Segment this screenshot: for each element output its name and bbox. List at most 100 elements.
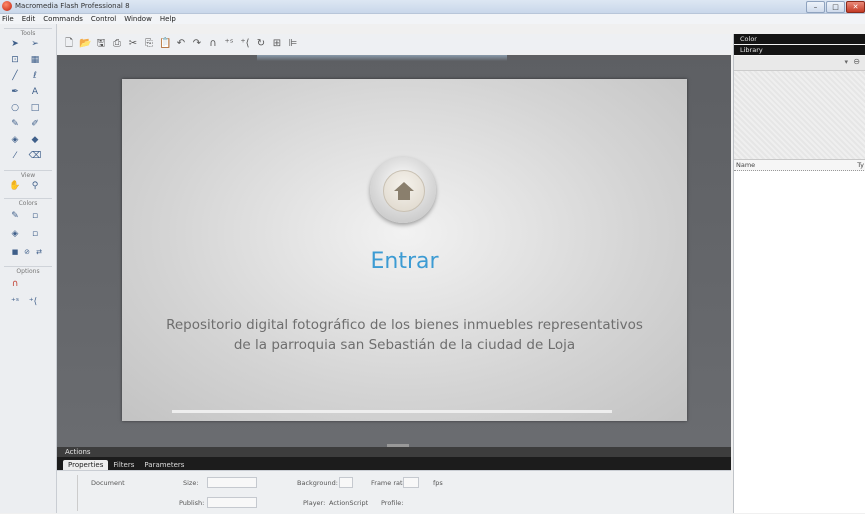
straighten-icon[interactable]: ⁺⟨ — [239, 38, 251, 50]
hand-tool-icon[interactable]: ✋ — [8, 180, 22, 192]
properties-tabs: Properties Filters Parameters — [57, 457, 731, 470]
actionscript-label: ActionScript — [329, 499, 369, 507]
description-line-2: de la parroquia san Sebastián de la ciud… — [233, 337, 576, 353]
tab-filters[interactable]: Filters — [108, 460, 139, 470]
stage-bottom-line — [172, 410, 612, 413]
selection-tool-icon[interactable]: ➤ — [8, 38, 22, 50]
pen-tool-icon[interactable]: ✒ — [8, 86, 22, 98]
background-label: Background: — [297, 479, 338, 487]
align-icon[interactable]: ⊫ — [287, 38, 299, 50]
smooth-icon[interactable]: ⁺ˢ — [223, 38, 235, 50]
tab-parameters[interactable]: Parameters — [139, 460, 189, 470]
eyedropper-icon[interactable]: ⁄ — [8, 150, 22, 162]
text-tool-icon[interactable]: A — [28, 86, 42, 98]
paint-bucket-icon[interactable]: ◆ — [28, 134, 42, 146]
menu-control[interactable]: Control — [91, 14, 116, 24]
print-icon[interactable]: ⎙ — [111, 38, 123, 50]
menu-window[interactable]: Window — [124, 14, 152, 24]
subselection-tool-icon[interactable]: ➢ — [28, 38, 42, 50]
maximize-button[interactable]: □ — [826, 1, 845, 13]
library-toolbar: ▾ ⊖ — [734, 56, 865, 71]
actions-panel-header[interactable]: Actions — [57, 447, 731, 457]
work-area: Entrar Repositorio digital fotográfico d… — [57, 55, 731, 447]
free-transform-icon[interactable]: ⊡ — [8, 54, 22, 66]
fill-color-icon[interactable]: ◈ — [8, 228, 22, 240]
player-label: Player: — [303, 499, 326, 507]
stroke-color-swatch[interactable]: ▫ — [28, 210, 42, 222]
snap-magnet-icon[interactable]: ∩ — [8, 278, 22, 290]
tools-title: Tools — [4, 28, 52, 37]
library-panel-header[interactable]: Library — [734, 45, 865, 55]
library-type-header[interactable]: Ty — [857, 160, 864, 170]
snap-icon[interactable]: ∩ — [207, 38, 219, 50]
library-preview — [734, 71, 865, 160]
menu-help[interactable]: Help — [160, 14, 176, 24]
scale-icon[interactable]: ⊞ — [271, 38, 283, 50]
close-button[interactable]: ✕ — [846, 1, 865, 13]
zoom-tool-icon[interactable]: ⚲ — [28, 180, 42, 192]
oval-tool-icon[interactable]: ○ — [8, 102, 22, 114]
library-list[interactable] — [734, 171, 865, 513]
background-color-swatch[interactable] — [339, 477, 353, 488]
rectangle-tool-icon[interactable]: □ — [28, 102, 42, 114]
swap-colors-icon[interactable]: ⇄ — [32, 246, 46, 258]
pencil-tool-icon[interactable]: ✎ — [8, 118, 22, 130]
rotate-icon[interactable]: ↻ — [255, 38, 267, 50]
publish-settings-button[interactable] — [207, 497, 257, 508]
save-icon[interactable]: 🖫 — [95, 38, 107, 50]
copy-icon[interactable]: ⎘ — [143, 38, 155, 50]
actions-title: Actions — [65, 448, 91, 456]
menu-file[interactable]: File — [2, 14, 14, 24]
home-button[interactable] — [370, 157, 436, 223]
open-folder-icon[interactable]: 📂 — [79, 38, 91, 50]
library-panel-title: Library — [740, 46, 763, 54]
color-panel-header[interactable]: Color — [734, 34, 865, 44]
options-label: Options — [4, 266, 52, 275]
cut-icon[interactable]: ✂ — [127, 38, 139, 50]
eraser-icon[interactable]: ⌫ — [28, 150, 42, 162]
menu-bar: File Edit Commands Control Window Help — [0, 14, 865, 24]
description-line-1: Repositorio digital fotográfico de los b… — [166, 317, 643, 333]
frame-rate-input[interactable] — [403, 477, 419, 488]
stage-description: Repositorio digital fotográfico de los b… — [122, 315, 687, 355]
library-column-header: Name Ty — [734, 160, 865, 171]
pin-icon[interactable]: ⊖ — [853, 57, 860, 66]
main-toolbar: 🗋 📂 🖫 ⎙ ✂ ⎘ 📋 ↶ ↷ ∩ ⁺ˢ ⁺⟨ ↻ ⊞ ⊫ — [57, 34, 731, 54]
new-file-icon[interactable]: 🗋 — [63, 38, 75, 50]
fill-transform-icon[interactable]: ▦ — [28, 54, 42, 66]
properties-panel: Document Size: Background: Frame rate: f… — [57, 470, 731, 514]
paste-icon[interactable]: 📋 — [159, 38, 171, 50]
line-tool-icon[interactable]: ╱ — [8, 70, 22, 82]
size-button[interactable] — [207, 477, 257, 488]
brush-tool-icon[interactable]: ✐ — [28, 118, 42, 130]
color-panel-title: Color — [740, 35, 757, 43]
straighten-icon[interactable]: ⁺⟨ — [26, 296, 40, 308]
menu-commands[interactable]: Commands — [43, 14, 83, 24]
smooth-icon[interactable]: ⁺ˢ — [8, 296, 22, 308]
flash-app-icon — [2, 1, 12, 11]
home-button-inner — [383, 170, 425, 212]
window-controls: – □ ✕ — [806, 1, 865, 13]
menu-edit[interactable]: Edit — [22, 14, 36, 24]
work-area-glow — [257, 55, 507, 61]
publish-label: Publish: — [179, 499, 205, 507]
redo-icon[interactable]: ↷ — [191, 38, 203, 50]
ink-bottle-icon[interactable]: ◈ — [8, 134, 22, 146]
title-bar: Macromedia Flash Professional 8 – □ ✕ — [0, 0, 865, 14]
fill-color-swatch[interactable]: ▫ — [28, 228, 42, 240]
document-thumbnail — [63, 475, 78, 511]
undo-icon[interactable]: ↶ — [175, 38, 187, 50]
library-name-header[interactable]: Name — [736, 160, 755, 170]
document-label: Document — [91, 479, 125, 487]
tab-properties[interactable]: Properties — [63, 460, 109, 470]
library-menu-icon[interactable]: ▾ — [844, 58, 848, 66]
tools-panel: Tools ➤ ➢ ⊡ ▦ ╱ ℓ ✒ A ○ □ ✎ ✐ ◈ ◆ ⁄ ⌫ Vi… — [0, 24, 57, 513]
profile-label: Profile: — [381, 499, 404, 507]
entrar-label[interactable]: Entrar — [122, 249, 687, 274]
stroke-color-icon[interactable]: ✎ — [8, 210, 22, 222]
view-label: View — [4, 170, 52, 179]
home-icon — [394, 182, 414, 200]
minimize-button[interactable]: – — [806, 1, 825, 13]
size-label: Size: — [183, 479, 199, 487]
lasso-tool-icon[interactable]: ℓ — [28, 70, 42, 82]
